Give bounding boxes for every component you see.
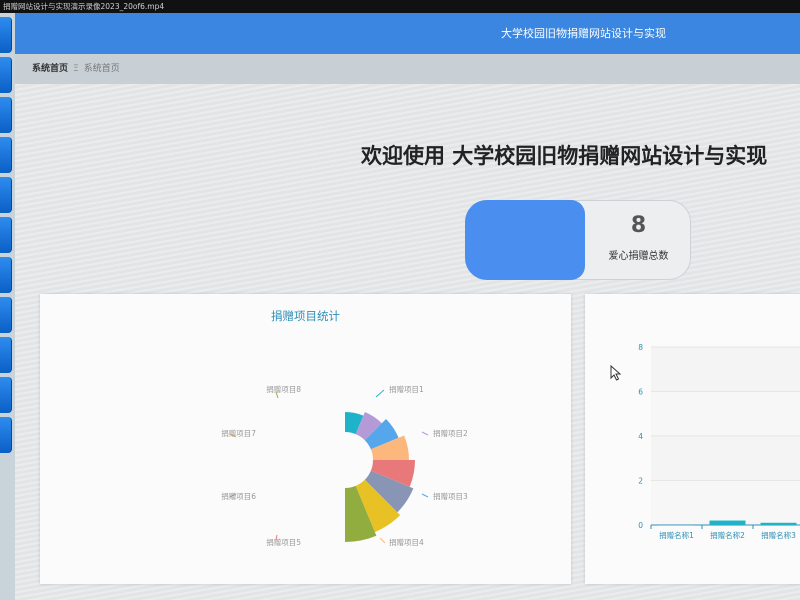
donation-count-card: 8 爱心捐赠总数	[465, 200, 691, 280]
pie-label-5: 捐赠项目5	[266, 537, 301, 547]
y-tick-label: 2	[638, 477, 643, 486]
pie-label-4: 捐赠项目4	[389, 537, 424, 547]
pie-label-6: 捐赠项目6	[221, 491, 256, 501]
sidebar-tab[interactable]	[0, 297, 12, 333]
pie-label-1: 捐赠项目1	[389, 384, 424, 394]
bar-chart-band	[651, 480, 800, 525]
pie-label-7: 捐赠项目7	[221, 428, 256, 438]
y-tick-label: 6	[638, 388, 643, 397]
sidebar-tab[interactable]	[0, 57, 12, 93]
bar-2[interactable]	[709, 520, 746, 525]
video-title-bar: 捐赠网站设计与实现演示录像2023_20of6.mp4	[0, 0, 800, 13]
sidebar-tab[interactable]	[0, 217, 12, 253]
donation-pie-panel: 捐赠项目统计 捐赠项目1 捐赠项目2 捐赠项目3 捐赠项目4 捐赠项目5 捐赠项目6 捐赠项…	[40, 294, 571, 584]
donation-count-value: 8	[630, 213, 647, 238]
pie-label-line-1	[375, 389, 385, 398]
stat-card-accent	[465, 200, 585, 280]
sidebar-tab[interactable]	[0, 377, 12, 413]
pie-label-2: 捐赠项目2	[433, 428, 468, 438]
sidebar-tab[interactable]	[0, 417, 12, 453]
x-tick-label: 捐赠名称2	[710, 530, 745, 540]
welcome-heading: 欢迎使用 大学校园旧物捐赠网站设计与实现	[361, 144, 768, 168]
y-tick-label: 8	[638, 343, 643, 352]
bar-1[interactable]	[658, 525, 695, 526]
bar-chart-band	[651, 391, 800, 436]
sidebar-tab[interactable]	[0, 177, 12, 213]
sidebar-tab[interactable]	[0, 137, 12, 173]
pie-label-line-3	[421, 493, 429, 498]
bar-3[interactable]	[760, 522, 797, 525]
donation-bar-panel: 0 2 4 6 8 捐赠名称1 捐赠名称2 捐赠名称3	[585, 294, 800, 584]
sidebar-tab[interactable]	[0, 17, 12, 53]
y-tick-label: 4	[638, 432, 643, 441]
pie-label-3: 捐赠项目3	[433, 491, 468, 501]
pie-label-line-4	[379, 537, 386, 544]
bar-chart: 0 2 4 6 8 捐赠名称1 捐赠名称2 捐赠名称3	[638, 343, 800, 540]
sidebar-tab[interactable]	[0, 337, 12, 373]
mouse-cursor-icon	[610, 365, 622, 381]
sidebar-tab[interactable]	[0, 97, 12, 133]
x-tick-label: 捐赠名称3	[761, 530, 796, 540]
donation-count-label: 爱心捐赠总数	[608, 251, 669, 262]
y-tick-label: 0	[638, 521, 643, 530]
pie-chart: 捐赠项目1 捐赠项目2 捐赠项目3 捐赠项目4 捐赠项目5 捐赠项目6 捐赠项目7 捐赠项目8	[221, 384, 468, 547]
video-title: 捐赠网站设计与实现演示录像2023_20of6.mp4	[3, 2, 165, 11]
top-header: 大学校园旧物捐赠网站设计与实现	[15, 13, 800, 54]
pie-label-8: 捐赠项目8	[266, 384, 301, 394]
bar-chart-band	[651, 347, 800, 392]
left-sidebar	[0, 13, 15, 600]
breadcrumb-current: 系统首页	[83, 64, 120, 74]
sidebar-tab[interactable]	[0, 257, 12, 293]
breadcrumb-separator: Ξ	[73, 64, 79, 74]
breadcrumb: 系统首页 Ξ 系统首页	[15, 54, 800, 84]
breadcrumb-root[interactable]: 系统首页	[32, 64, 68, 74]
pie-label-line-2	[421, 431, 429, 436]
bar-chart-band	[651, 436, 800, 481]
x-tick-label: 捐赠名称1	[659, 530, 694, 540]
site-title: 大学校园旧物捐赠网站设计与实现	[501, 27, 666, 40]
